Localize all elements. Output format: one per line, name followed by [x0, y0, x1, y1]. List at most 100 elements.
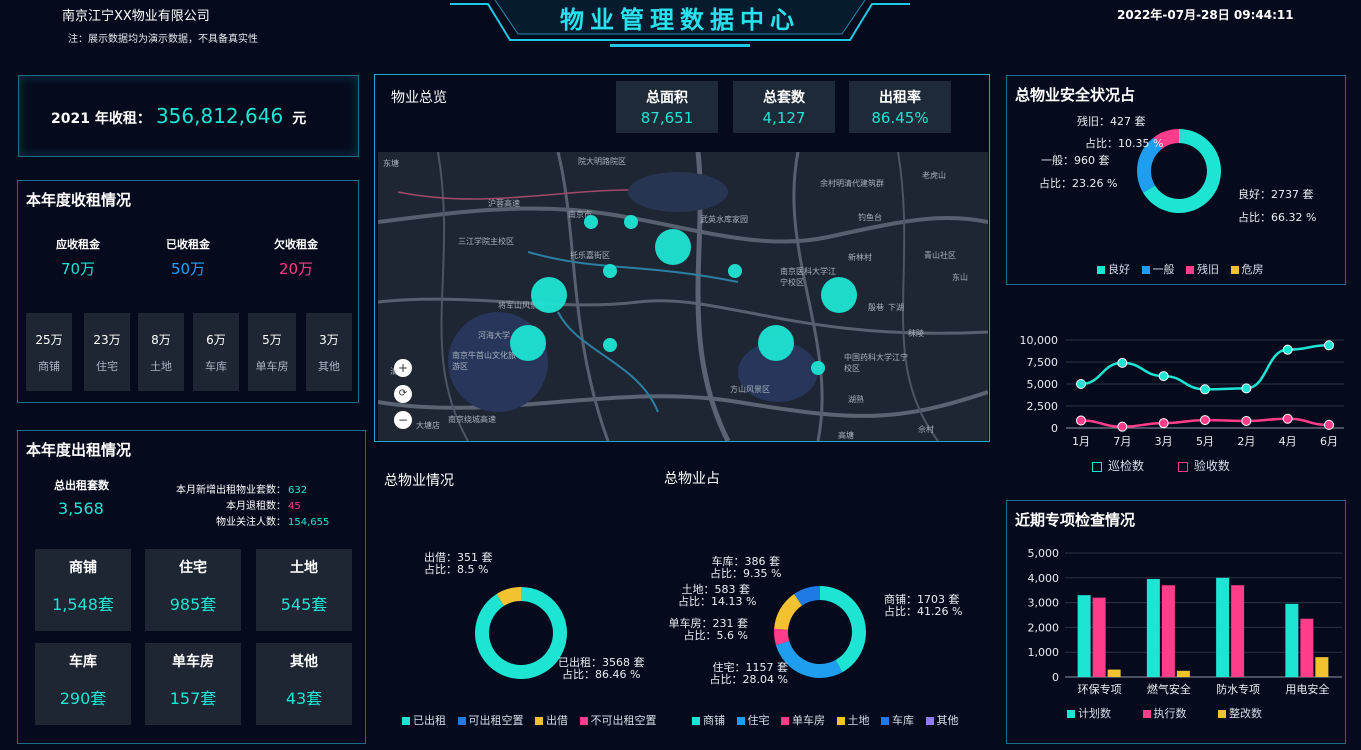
inspection-line-chart: 10,000 7,500 5,000 2,500 0 1月 7月 3月 5月 2月 4月 6月 — [1020, 334, 1344, 448]
legend-item[interactable]: 一般 — [1153, 263, 1175, 276]
bar-执行数 — [1092, 597, 1106, 677]
data-point — [1076, 379, 1086, 389]
legend-item[interactable]: 执行数 — [1154, 707, 1187, 720]
bar-计划数 — [1216, 577, 1230, 677]
y-tick-label: 3,000 — [1028, 597, 1060, 610]
annual-rent-panel: 2021 年收租： 356,812,646 元 — [18, 75, 359, 157]
kpi-total-area: 总面积 87,651 — [616, 81, 718, 133]
x-tick-label: 环保专项 — [1078, 682, 1122, 696]
rental-tile: 商铺 1,548套 — [35, 549, 131, 631]
x-tick-label: 3月 — [1155, 435, 1173, 448]
rented-ratio-label: 占比：86.46 % — [562, 668, 641, 681]
safety-label-good-ratio: 占比：66.32 % — [1238, 211, 1317, 224]
rent-tile: 25万 商铺 — [26, 313, 72, 391]
y-tick-label: 10,000 — [1020, 334, 1059, 347]
legend-item[interactable]: 良好 — [1108, 263, 1130, 276]
data-point — [1324, 419, 1334, 430]
legend-item[interactable]: 出借 — [546, 714, 568, 727]
property-marker — [531, 277, 567, 313]
legend-item[interactable]: 整改数 — [1229, 707, 1262, 720]
x-tick-label: 7月 — [1113, 435, 1131, 448]
rent-tile: 23万 住宅 — [84, 313, 130, 391]
rental-title: 本年度出租情况 — [26, 441, 132, 459]
annual-rent-value: 356,812,646 — [155, 104, 284, 128]
rental-total-value: 3,568 — [58, 499, 104, 518]
legend-item[interactable]: 其他 — [937, 714, 959, 727]
reset-view-button[interactable]: ⟳ — [394, 385, 412, 403]
total-property-section: 总物业情况 出借：351 套 占比：8.5 % 已出租：3568 套 占比：86… — [374, 460, 659, 745]
stat-label: 本月退租数： — [226, 501, 286, 512]
y-tick-label: 7,500 — [1027, 356, 1059, 369]
overview-panel: 物业总览 总面积 87,651 总套数 4,127 出租率 86.45% 院大明… — [374, 74, 990, 442]
share-label-bike: 单车房：231 套占比：5.6 % — [668, 617, 749, 642]
stat-value: 154,655 — [288, 517, 330, 528]
rent-tile: 5万 单车房 — [248, 313, 296, 391]
legend-item[interactable]: 土地 — [848, 714, 870, 727]
datetime: 2022年-07月-28日 09:44:11 — [1117, 8, 1294, 22]
received-label: 已收租金 — [166, 238, 210, 251]
inspection-line-legend: 巡检数 验收数 — [1092, 457, 1230, 474]
lend-ratio-label: 占比：8.5 % — [424, 563, 489, 576]
legend-item[interactable]: 已出租 — [413, 714, 446, 727]
zoom-in-button[interactable]: + — [394, 359, 412, 377]
share-label-garage: 车库：386 套占比：9.35 % — [710, 555, 782, 580]
legend-item[interactable]: 危房 — [1242, 263, 1264, 276]
legend-item[interactable]: 商铺 — [703, 714, 725, 727]
rental-tile: 车库 290套 — [35, 643, 131, 725]
data-point — [1282, 413, 1293, 424]
rent-tile: 3万 其他 — [306, 313, 352, 391]
x-tick-label: 防水专项 — [1216, 682, 1260, 696]
property-marker — [728, 264, 742, 278]
bar-计划数 — [1285, 603, 1299, 677]
x-tick-label: 用电安全 — [1285, 682, 1329, 696]
owed-value: 20万 — [278, 260, 314, 278]
legend-item[interactable]: 验收数 — [1194, 459, 1230, 473]
kpi-occupancy-rate: 出租率 86.45% — [849, 81, 951, 133]
special-inspection-title: 近期专项检查情况 — [1015, 511, 1136, 529]
data-point — [1241, 383, 1252, 394]
bar-执行数 — [1300, 618, 1314, 677]
x-tick-label: 6月 — [1320, 435, 1338, 448]
zoom-out-button[interactable]: − — [394, 411, 412, 429]
rental-panel: 本年度出租情况 总出租套数 3,568 本月新增出租物业套数： 632 本月退租数… — [17, 430, 366, 744]
bar-整改数 — [1315, 657, 1329, 677]
data-point — [1158, 418, 1169, 429]
legend-item[interactable]: 单车房 — [792, 714, 825, 727]
data-point — [1324, 340, 1334, 351]
bar-计划数 — [1146, 579, 1160, 677]
y-tick-label: 2,000 — [1028, 621, 1060, 634]
receivable-value: 70万 — [60, 260, 96, 278]
property-marker — [584, 215, 598, 229]
data-point — [1076, 415, 1086, 426]
legend-item[interactable]: 不可出租空置 — [591, 714, 657, 727]
safety-title: 总物业安全状况占 — [1015, 86, 1136, 104]
property-marker — [821, 277, 857, 313]
property-map[interactable]: 院大明路院区 南京市 武英水库家园 余村明清代建筑群 老虎山 沪蓉高速 钓鱼台 … — [378, 152, 988, 441]
legend-item[interactable]: 计划数 — [1078, 707, 1111, 720]
property-marker — [510, 325, 546, 361]
legend-item[interactable]: 残旧 — [1197, 263, 1219, 276]
stat-label: 物业关注人数： — [216, 517, 286, 528]
property-marker — [624, 215, 638, 229]
kpi-total-units: 总套数 4,127 — [733, 81, 835, 133]
rental-tile: 单车房 157套 — [145, 643, 241, 725]
safety-label-normal: 一般：960 套 — [1041, 154, 1110, 167]
safety-label-normal-ratio: 占比：23.26 % — [1039, 177, 1118, 190]
data-point — [1117, 421, 1128, 432]
overview-title: 物业总览 — [391, 90, 447, 106]
safety-panel: 总物业安全状况占 残旧：427 套 占比：10.35 % 一般：960 套 占比… — [1006, 75, 1346, 285]
legend-item[interactable]: 巡检数 — [1108, 459, 1144, 473]
disclaimer-note: 注：展示数据均为演示数据，不具备真实性 — [68, 34, 258, 45]
data-point — [1282, 344, 1293, 355]
legend-item[interactable]: 住宅 — [748, 714, 770, 727]
property-markers — [510, 215, 857, 375]
total-property-title: 总物业情况 — [384, 473, 454, 489]
data-point — [1200, 415, 1210, 426]
special-inspection-panel: 近期专项检查情况 5,000 4,000 3,000 2,000 1,000 0 环保专项 燃… — [1006, 500, 1346, 744]
legend-item[interactable]: 车库 — [892, 714, 914, 727]
bar-整改数 — [1176, 670, 1190, 677]
special-inspection-chart: 5,000 4,000 3,000 2,000 1,000 0 环保专项 燃气安全 防水专项 用电… — [1028, 547, 1342, 696]
data-point — [1241, 415, 1252, 426]
property-share-title: 总物业占 — [664, 471, 720, 487]
legend-item[interactable]: 可出租空置 — [469, 714, 524, 727]
